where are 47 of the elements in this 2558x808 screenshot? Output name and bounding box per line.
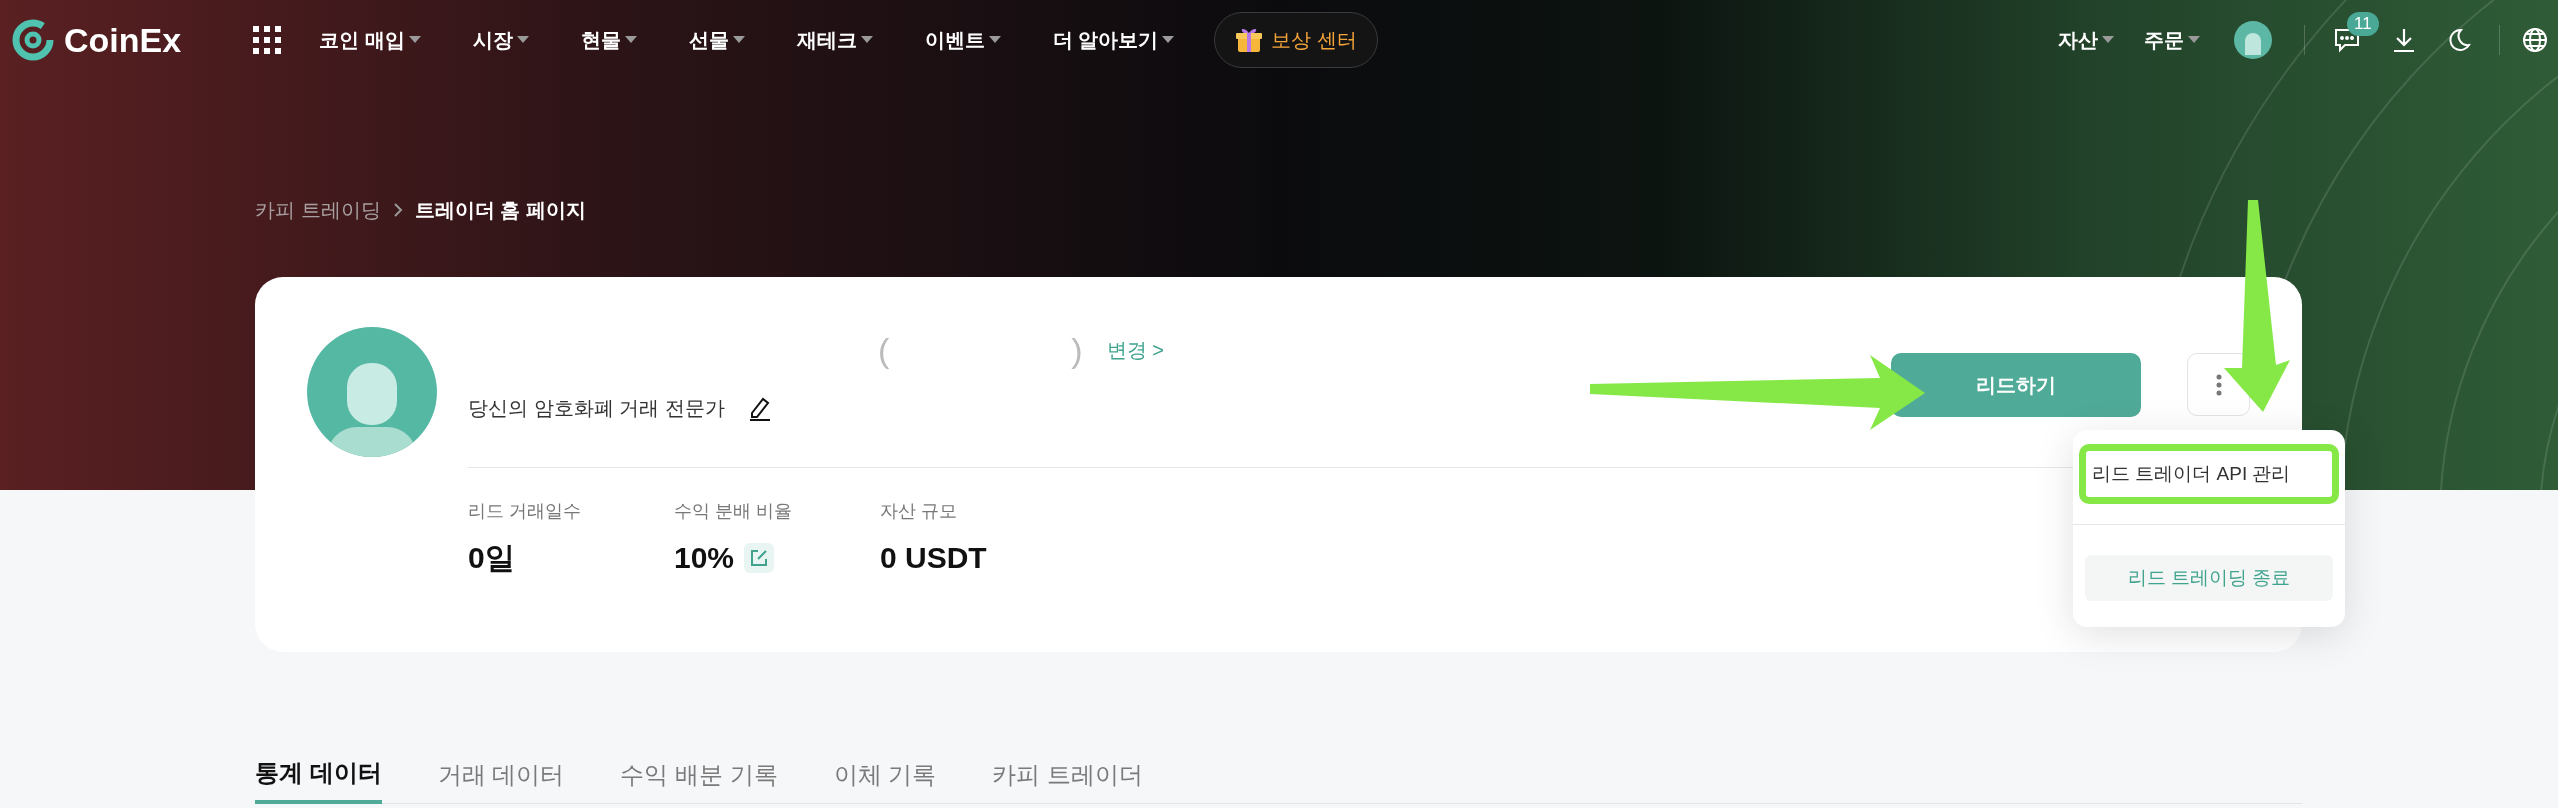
edit-icon <box>750 548 769 567</box>
caret-icon <box>988 36 1001 44</box>
dropdown-item[interactable]: 리드 트레이더 API 관리 <box>2086 451 2332 497</box>
stat-label: 자산 규모 <box>880 500 958 523</box>
name-paren: ) <box>1071 329 1083 371</box>
nav-menu-item[interactable]: 더 알아보기 <box>1052 25 1175 55</box>
stat-value: 0 USDT <box>880 540 987 576</box>
caret-icon <box>2102 36 2114 44</box>
caret-icon <box>516 36 529 44</box>
name-paren: ( <box>878 329 890 371</box>
apps-grid-icon[interactable] <box>253 26 281 54</box>
caret-icon <box>860 36 873 44</box>
stat-label: 리드 거래일수 <box>468 500 582 523</box>
chevron-icon <box>392 202 403 218</box>
stat-value: 0일 <box>468 540 515 576</box>
breadcrumb-item: 트레이더 홈 페이지 <box>414 198 586 223</box>
nav-menu-item[interactable]: 시장 <box>472 25 529 55</box>
logo-text: CoinEx <box>64 19 182 61</box>
tab[interactable]: 거래 데이터 <box>437 746 565 804</box>
caret-icon <box>624 36 637 44</box>
tab[interactable]: 수익 배분 기록 <box>620 746 778 804</box>
caret-icon <box>1162 36 1175 44</box>
reward-center-button[interactable]: 보상 센터 <box>1214 12 1378 68</box>
breadcrumb-item[interactable]: 카피 트레이딩 <box>255 195 381 225</box>
logo-icon <box>10 17 56 63</box>
download-icon[interactable] <box>2391 27 2417 53</box>
tab[interactable]: 이체 기록 <box>833 746 937 804</box>
stat-label: 수익 분배 비율 <box>674 500 793 523</box>
bio-text: 당신의 암호화폐 거래 전문가 <box>468 396 725 421</box>
globe-icon[interactable] <box>2522 27 2548 53</box>
caret-icon <box>732 36 745 44</box>
nav-menu-item[interactable]: 이벤트 <box>924 25 1001 55</box>
nav-menu-item[interactable]: 선물 <box>688 25 745 55</box>
moon-icon[interactable] <box>2447 28 2471 52</box>
tab[interactable]: 카피 트레이더 <box>992 746 1144 804</box>
nav-menu-item[interactable]: 재테크 <box>796 25 873 55</box>
caret-icon <box>408 36 421 44</box>
nav-menu-item[interactable]: 현물 <box>580 25 637 55</box>
nav-menu-item[interactable]: 주문 <box>2144 25 2200 55</box>
more-icon <box>2215 373 2222 396</box>
caret-icon <box>2188 36 2200 44</box>
gift-icon <box>1235 26 1264 54</box>
tab[interactable]: 통계 데이터 <box>255 746 382 804</box>
nav-menu-item[interactable]: 자산 <box>2058 25 2114 55</box>
nav-menu-item[interactable]: 코인 매입 <box>319 25 421 55</box>
edit-button[interactable] <box>744 542 775 573</box>
stat-value: 10% <box>674 540 735 576</box>
